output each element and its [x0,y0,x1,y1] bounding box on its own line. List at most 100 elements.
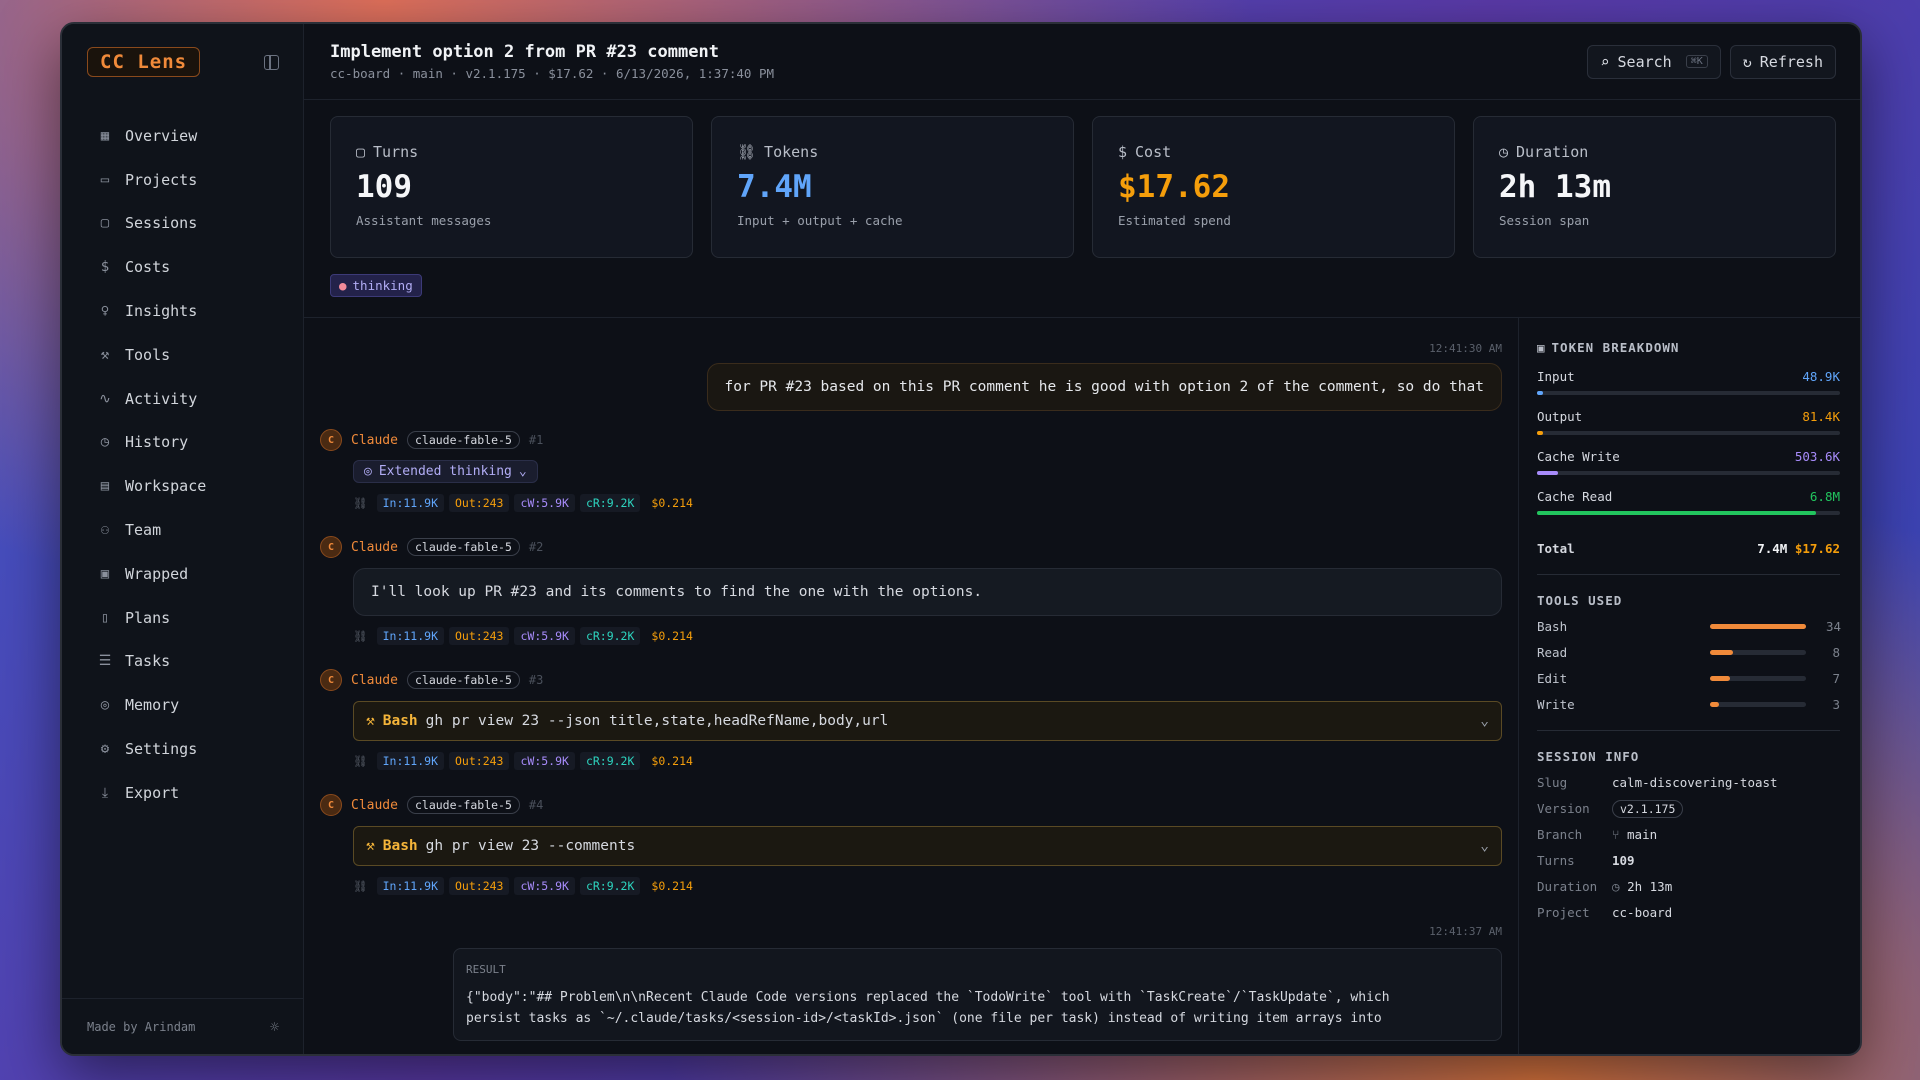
search-icon: ⌕ [1600,52,1610,71]
sidebar-item-plans[interactable]: ▯ Plans [62,596,303,640]
workspace-icon: ▤ [100,478,110,495]
sidebar-collapse-icon[interactable] [264,54,279,70]
sidebar-item-label: Tools [125,345,171,364]
link-icon[interactable]: ⛓ [353,754,368,768]
refresh-button[interactable]: ↻ Refresh [1729,44,1836,79]
refresh-icon: ↻ [1742,52,1752,71]
chevron-down-icon: ⌄ [1480,713,1489,729]
thinking-tag[interactable]: ● thinking [330,274,422,297]
metric-cache-write: cW:5.9K [514,494,575,512]
brain-icon: ● [339,278,347,293]
model-badge: claude-fable-5 [406,796,520,814]
tool-usage-name: Write [1537,697,1575,712]
sidebar-item-workspace[interactable]: ▤ Workspace [62,464,303,508]
stat-card-cost: $ Cost $17.62 Estimated spend [1092,116,1455,258]
sidebar-item-memory[interactable]: ◎ Memory [62,683,303,727]
sidebar-item-activity[interactable]: ∿ Activity [62,377,303,421]
metric-output: Out:243 [449,627,510,645]
tool-command: gh pr view 23 --json title,state,headRef… [425,713,889,729]
dollar-icon: $ [100,259,110,276]
chat-icon: ▢ [100,215,110,232]
link-icon[interactable]: ⛓ [353,629,368,643]
sidebar-item-export[interactable]: ⤓ Export [62,771,303,815]
stat-label: Turns [373,143,419,161]
chat-icon: ▢ [356,143,366,161]
sidebar-item-team[interactable]: ⚇ Team [62,508,303,552]
sidebar-item-tasks[interactable]: ☰ Tasks [62,640,303,684]
token-bar-fill [1537,431,1544,435]
gear-icon: ⚙ [100,741,110,758]
download-icon: ⤓ [101,784,109,801]
thinking-tag-label: thinking [352,278,413,293]
tool-result: RESULT {"body":"## Problem\n\nRecent Cla… [453,948,1502,1041]
tasks-icon: ☰ [98,653,112,670]
token-value: 81.4K [1802,409,1840,424]
sidebar-item-insights[interactable]: ♀ Insights [62,289,303,333]
avatar: C [320,669,342,691]
tool-usage-bar [1710,650,1806,655]
metric-input: In:11.9K [376,627,444,645]
sidebar-item-costs[interactable]: $ Costs [62,245,303,289]
turn-number: #2 [528,540,544,554]
tool-name: Bash [382,713,418,729]
tool-usage-count: 7 [1832,671,1840,686]
chevron-down-icon: ⌄ [518,464,527,479]
folder-icon: ▭ [100,171,110,188]
result-label: RESULT [466,963,506,976]
tool-call-bar[interactable]: ⚒ Bash gh pr view 23 --comments ⌄ [353,826,1502,866]
info-key: Turns [1537,853,1575,868]
stat-sub: Input + output + cache [737,213,903,228]
sidebar-item-settings[interactable]: ⚙ Settings [62,727,303,771]
sidebar-item-history[interactable]: ◷ History [62,421,303,465]
token-breakdown-title: ▣ TOKEN BREAKDOWN [1537,340,1840,355]
app-window: CC Lens ▦ Overview ▭ Projects ▢ Sessions $ Cost… [60,22,1862,1056]
tool-usage-bar [1710,624,1806,629]
token-row: Cache Write 503.6K [1537,449,1840,475]
stat-value: $17.62 [1118,169,1230,205]
stat-sub: Estimated spend [1118,213,1231,228]
link-icon[interactable]: ⛓ [353,496,368,510]
tool-usage-row: Edit 7 [1537,671,1840,686]
sidebar-item-label: Insights [125,302,198,321]
tools-used-title: TOOLS USED [1537,593,1623,608]
sidebar-item-projects[interactable]: ▭ Projects [62,158,303,202]
stat-card-turns: ▢ Turns 109 Assistant messages [330,116,693,258]
link-icon[interactable]: ⛓ [353,879,368,893]
session-info-title: SESSION INFO [1537,749,1640,764]
brand-logo[interactable]: CC Lens [87,47,201,77]
sidebar-item-wrapped[interactable]: ▣ Wrapped [62,552,303,596]
tool-usage-count: 3 [1832,697,1840,712]
metric-output: Out:243 [449,494,510,512]
made-by-label: Made by Arindam [87,1019,196,1034]
extended-thinking-toggle[interactable]: ◎ Extended thinking ⌄ [353,460,538,483]
branch-value: main [1627,827,1658,842]
info-key: Duration [1537,879,1598,894]
sidebar-item-tools[interactable]: ⚒ Tools [62,333,303,377]
team-icon: ⚇ [100,522,110,539]
token-bar-fill [1537,471,1559,475]
stat-card-duration: ◷ Duration 2h 13m Session span [1473,116,1836,258]
metric-cost: $0.214 [651,629,693,643]
token-value: 503.6K [1794,449,1840,464]
refresh-label: Refresh [1759,52,1823,71]
tool-usage-count: 34 [1826,619,1842,634]
sidebar-item-label: Export [125,783,180,802]
tool-usage-bar [1710,676,1806,681]
assistant-turn: C Claude claude-fable-5 #4 ⚒ Bash gh pr vi… [320,794,1502,895]
turn-metrics: ⛓ In:11.9K Out:243 cW:5.9K cR:9.2K $0.21… [353,494,1502,512]
lightbulb-icon: ♀ [100,303,110,320]
brain-icon: ◎ [100,697,110,714]
wrench-icon: ⚒ [366,713,375,729]
token-label: Cache Write [1537,449,1620,464]
wrench-icon: ⚒ [366,838,375,854]
metric-cache-read: cR:9.2K [579,627,641,645]
theme-toggle-icon[interactable]: ☼ [270,1018,279,1036]
tool-usage-bar-fill [1710,702,1719,707]
sidebar-item-label: Costs [125,258,171,277]
sidebar-item-overview[interactable]: ▦ Overview [62,114,303,158]
search-button[interactable]: ⌕ Search ⌘K [1587,44,1721,79]
sidebar-item-sessions[interactable]: ▢ Sessions [62,202,303,246]
turn-metrics: ⛓ In:11.9K Out:243 cW:5.9K cR:9.2K $0.21… [353,877,1502,895]
tool-call-bar[interactable]: ⚒ Bash gh pr view 23 --json title,state,he… [353,701,1502,741]
token-value: 48.9K [1802,369,1840,384]
